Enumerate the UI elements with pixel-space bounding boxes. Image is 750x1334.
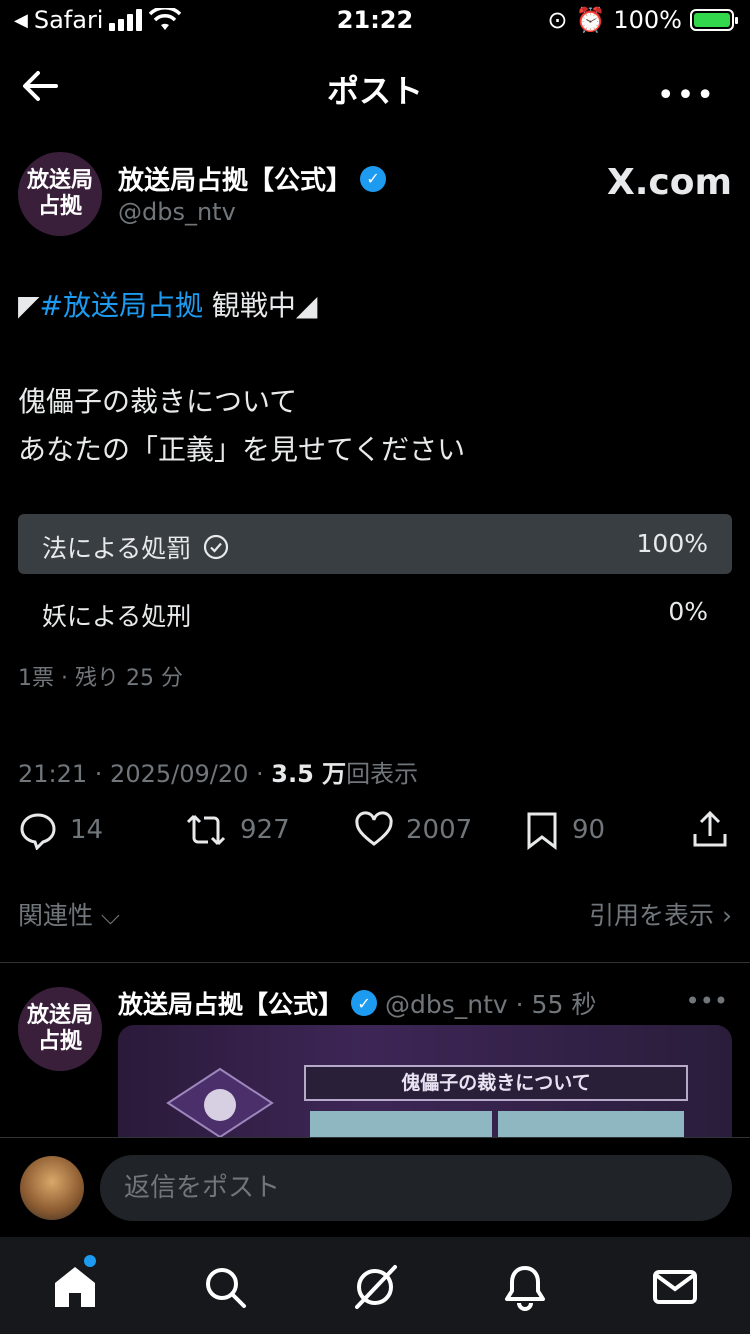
tweet-line-1-suffix: 観戦中◢ <box>203 289 318 322</box>
view-count[interactable]: 3.5 万 <box>271 760 346 788</box>
bookmark-count: 90 <box>572 815 606 845</box>
tweet-text: ◤#放送局占拠 観戦中◢ 傀儡子の裁きについて あなたの「正義」を見せてください <box>18 282 732 474</box>
bottom-tab-bar <box>0 1237 750 1334</box>
reply-count: 14 <box>70 815 104 845</box>
more-options-icon[interactable]: ••• <box>686 987 728 1015</box>
search-icon[interactable] <box>201 1263 249 1311</box>
action-bar: 14 927 2007 90 <box>18 810 732 860</box>
bookmark-icon <box>527 812 557 850</box>
mail-icon[interactable] <box>651 1263 699 1311</box>
oni-emblem-icon <box>166 1067 274 1137</box>
like-button[interactable]: 2007 <box>354 810 472 850</box>
reply-author-avatar[interactable]: 放送局 占拠 <box>18 987 102 1071</box>
reply-author-line: 放送局占拠【公式】 ✓ @dbs_ntv · 55 秒 <box>118 985 596 1021</box>
repost-button[interactable]: 927 <box>184 810 290 850</box>
x-com-watermark: X.com <box>606 162 732 203</box>
repost-icon <box>186 814 226 846</box>
notification-dot <box>84 1255 96 1267</box>
more-options-icon[interactable]: ••• <box>657 78 716 113</box>
relevance-label: 関連性 <box>18 901 94 930</box>
grok-icon[interactable] <box>351 1263 399 1311</box>
author-name-row[interactable]: 放送局占拠【公式】 ✓ <box>118 160 387 197</box>
poll-option-2: 妖による処刑 0% <box>18 582 732 642</box>
bell-icon[interactable] <box>501 1263 549 1311</box>
chevron-down-icon: ⌵ <box>100 901 120 930</box>
tweet-line-3: あなたの「正義」を見せてください <box>18 433 466 466</box>
corner-mark-left: ◤ <box>18 289 40 322</box>
reply-button[interactable]: 14 <box>18 810 103 850</box>
repost-count: 927 <box>240 815 290 845</box>
post-media-image[interactable]: 傀儡子の裁きについて <box>118 1025 732 1137</box>
tweet-line-1: ◤#放送局占拠 観戦中◢ <box>18 282 732 330</box>
like-count: 2007 <box>406 815 473 845</box>
poll-option-percent: 0% <box>668 597 708 626</box>
poll-option-1: 法による処罰 100% <box>18 514 732 574</box>
chevron-right-icon: › <box>722 901 732 930</box>
poll-option-percent: 100% <box>636 529 708 558</box>
home-icon[interactable] <box>51 1263 99 1311</box>
reply-sort-row: 関連性 ⌵ 引用を表示 › <box>18 896 732 932</box>
reply-composer: 返信をポスト <box>0 1137 750 1237</box>
share-icon <box>693 810 727 847</box>
reply-icon <box>20 813 56 850</box>
relevance-dropdown[interactable]: 関連性 ⌵ <box>18 901 120 930</box>
reply-post[interactable]: 放送局 占拠 放送局占拠【公式】 ✓ @dbs_ntv · 55 秒 ••• 傀… <box>0 963 750 1137</box>
page-title: ポスト <box>326 72 423 110</box>
time-date: 21:21 · 2025/09/20 · <box>18 760 272 788</box>
battery-percent: 100% <box>613 6 682 34</box>
share-button[interactable] <box>690 810 730 850</box>
media-title-board: 傀儡子の裁きについて <box>304 1065 688 1101</box>
verified-badge-icon: ✓ <box>351 990 378 1016</box>
view-quotes-link[interactable]: 引用を表示 › <box>589 896 732 932</box>
author-avatar[interactable]: 放送局 占拠 <box>18 152 102 236</box>
my-avatar[interactable] <box>20 1156 84 1220</box>
heart-icon <box>355 811 393 846</box>
poll: 法による処罰 100% 妖による処刑 0% 1票 · 残り 25 分 <box>18 514 732 692</box>
post-header: ポスト ••• <box>0 42 750 128</box>
check-circle-icon <box>204 534 229 560</box>
media-panel <box>498 1111 684 1137</box>
hashtag-link[interactable]: #放送局占拠 <box>40 289 203 322</box>
media-panel <box>310 1111 492 1137</box>
battery-icon <box>690 9 738 31</box>
status-bar: ◀ Safari 21:22 ⊙ ⏰ 100% <box>0 0 750 42</box>
bookmark-button[interactable]: 90 <box>524 810 605 850</box>
post-timestamp: 21:21 · 2025/09/20 · 3.5 万回表示 <box>18 754 418 789</box>
reply-input[interactable]: 返信をポスト <box>100 1155 732 1221</box>
author-name[interactable]: 放送局占拠【公式】 <box>118 160 352 197</box>
rotation-lock-icon: ⊙ <box>547 6 568 34</box>
reply-author-name[interactable]: 放送局占拠【公式】 <box>118 985 343 1021</box>
views-suffix: 回表示 <box>346 760 419 788</box>
reply-author-handle-time: @dbs_ntv · 55 秒 <box>385 990 597 1019</box>
author-handle[interactable]: @dbs_ntv <box>118 198 236 226</box>
quotes-label: 引用を表示 <box>589 901 715 930</box>
tweet-line-2: 傀儡子の裁きについて <box>18 385 298 418</box>
verified-badge-icon: ✓ <box>360 165 387 192</box>
poll-option-label: 法による処罰 <box>42 534 192 563</box>
poll-option-label: 妖による処刑 <box>42 602 192 631</box>
post-author: 放送局 占拠 放送局占拠【公式】 ✓ @dbs_ntv X.com <box>18 152 732 242</box>
poll-meta: 1票 · 残り 25 分 <box>18 666 183 691</box>
alarm-icon: ⏰ <box>575 6 606 34</box>
